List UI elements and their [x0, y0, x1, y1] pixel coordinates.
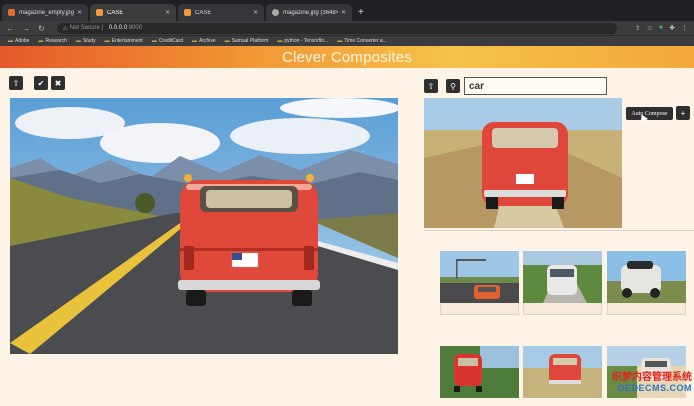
thumbnail-image: [523, 251, 602, 303]
search-button[interactable]: ⚲: [446, 79, 460, 93]
tab-close-icon[interactable]: ✕: [77, 9, 82, 16]
close-icon: ✖: [54, 78, 62, 88]
bookmark-item[interactable]: Study: [76, 38, 96, 44]
search-icon: ⚲: [450, 81, 456, 91]
new-tab-icon[interactable]: +: [358, 7, 364, 18]
browser-tab-2[interactable]: CASE ✕: [90, 4, 176, 21]
browser-tab-1[interactable]: magazine_empty.jpg (3648×2✕: [2, 4, 88, 21]
upload-object-button[interactable]: ⇧: [424, 79, 438, 93]
thumbnail-caption: [523, 303, 602, 315]
confirm-button[interactable]: ✔: [34, 76, 48, 90]
bookmark-item[interactable]: python - Tensorflo...: [277, 38, 328, 44]
bookmark-item[interactable]: Archive: [192, 38, 216, 44]
thumbnail-image: [440, 346, 519, 398]
bookmark-item[interactable]: Samsal Platform: [225, 38, 269, 44]
browser-tab-3[interactable]: CASE ✕: [178, 4, 264, 21]
bookmark-item[interactable]: Time Converter a...: [337, 38, 387, 44]
star-icon[interactable]: ☆: [647, 24, 653, 32]
result-thumbnail[interactable]: [523, 251, 602, 303]
thumbnail-caption: [440, 303, 519, 315]
puzzle-icon[interactable]: ✚: [669, 24, 675, 32]
image-favicon-icon: [8, 9, 15, 16]
extension-icon[interactable]: ●: [659, 24, 663, 32]
security-label: Not Secure: [69, 25, 100, 31]
preview-image: [424, 98, 622, 228]
search-input[interactable]: car: [464, 77, 607, 95]
section-divider: [424, 230, 694, 231]
menu-icon[interactable]: ⋮: [681, 24, 688, 32]
add-object-button[interactable]: +: [676, 106, 690, 120]
browser-tab-4[interactable]: magazine.jpg (3648×2863)✕: [266, 4, 352, 21]
upload-icon: ⇧: [12, 78, 20, 88]
search-value: car: [469, 80, 485, 92]
plus-icon: +: [680, 108, 686, 118]
site-favicon-icon: [96, 9, 103, 16]
url-field[interactable]: ⚠ Not Secure | 0.0.0.0:8000: [56, 22, 617, 34]
watermark-line-1: 织梦内容管理系统: [612, 372, 692, 383]
tab-close-icon[interactable]: ✕: [253, 9, 258, 16]
app-title: Clever Composites: [281, 48, 413, 66]
check-icon: ✔: [37, 78, 45, 88]
reload-icon[interactable]: ↻: [38, 24, 45, 33]
result-thumbnail[interactable]: [440, 346, 519, 398]
cancel-button[interactable]: ✖: [51, 76, 65, 90]
object-preview[interactable]: [424, 98, 622, 228]
thumbnail-caption: [607, 303, 686, 315]
composite-canvas[interactable]: [10, 98, 398, 354]
app-header: Clever Composites: [0, 46, 694, 68]
tab-close-icon[interactable]: ✕: [165, 9, 170, 16]
back-icon[interactable]: ←: [6, 24, 14, 33]
auto-compose-button[interactable]: Auto Compose: [626, 107, 673, 120]
tab-close-icon[interactable]: ✕: [341, 9, 346, 16]
site-favicon-icon: [184, 9, 191, 16]
upload-button[interactable]: ⇧: [9, 76, 23, 90]
result-thumbnail[interactable]: [440, 251, 519, 303]
address-bar: ← → ↻ ⚠ Not Secure | 0.0.0.0:8000 ⇪ ☆ ● …: [0, 21, 694, 35]
warning-icon: ⚠: [62, 25, 69, 32]
bookmark-item[interactable]: CreditCard: [152, 38, 183, 44]
thumbnail-image: [607, 251, 686, 303]
browser-tab-bar: magazine_empty.jpg (3648×2✕ CASE✕ CASE✕ …: [0, 0, 694, 21]
bookmark-item[interactable]: Adobe: [8, 38, 29, 44]
watermark: 织梦内容管理系统 DEDECMS.COM: [584, 372, 692, 394]
globe-favicon-icon: [272, 9, 279, 16]
url-host: 0.0.0.0: [108, 25, 128, 31]
share-icon[interactable]: ⇪: [635, 24, 641, 32]
watermark-line-2: DEDECMS.COM: [617, 383, 692, 393]
upload-icon: ⇧: [427, 81, 435, 91]
url-port: :8000: [127, 25, 143, 31]
bookmark-item[interactable]: Research: [38, 38, 66, 44]
thumbnail-image: [440, 251, 519, 303]
result-thumbnail[interactable]: [607, 251, 686, 303]
forward-icon[interactable]: →: [22, 24, 30, 33]
bookmark-item[interactable]: Entertainment: [105, 38, 143, 44]
bookmarks-bar: Adobe Research Study Entertainment Credi…: [0, 35, 694, 46]
composite-scene-image: [10, 98, 398, 354]
